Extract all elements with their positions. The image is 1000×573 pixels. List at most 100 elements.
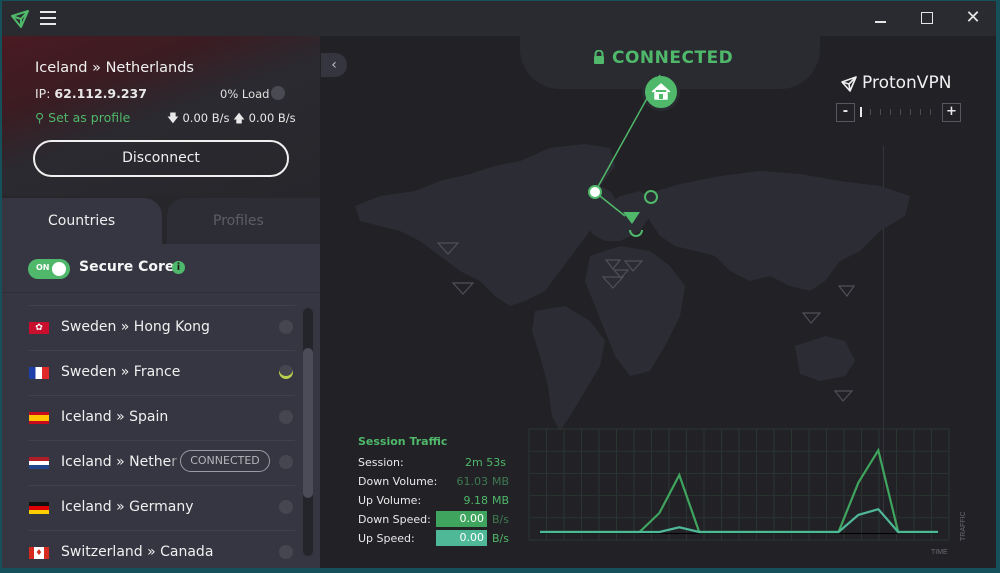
traffic-label: Up Volume: <box>358 494 422 507</box>
title-bar: ✕ <box>2 1 996 36</box>
secure-core-row: ON Secure Core i <box>2 244 320 292</box>
tab-profiles[interactable]: Profiles <box>167 198 320 244</box>
hamburger-menu-icon[interactable] <box>40 11 56 25</box>
minimize-button[interactable] <box>868 7 894 29</box>
traffic-row-session: Session: 2m 53s <box>358 454 528 472</box>
sidebar: Iceland » Netherlands IP: 62.112.9.237 0… <box>2 36 320 568</box>
set-profile-label: Set as profile <box>48 110 131 125</box>
traffic-row-down-volume: Down Volume: 61.03 MB <box>358 473 528 491</box>
server-label: Iceland » Nether <box>61 454 177 470</box>
server-label: Sweden » France <box>61 364 181 380</box>
flag-france-icon <box>29 367 49 379</box>
connected-route: Iceland » Netherlands <box>35 60 194 76</box>
server-row[interactable]: Iceland » Spain <box>29 395 295 441</box>
map-pin-icon: ⚲ <box>35 110 45 125</box>
asia <box>640 171 910 291</box>
server-row[interactable]: ✿ Sweden » Hong Kong <box>29 305 295 351</box>
server-row[interactable]: Sweden » Australia <box>29 293 295 306</box>
secure-core-toggle[interactable]: ON <box>28 259 70 279</box>
server-row[interactable]: Sweden » France <box>29 350 295 396</box>
protonvpn-logo-icon <box>11 10 29 28</box>
speed-readout: 🡇 0.00 B/s 🡅 0.00 B/s <box>167 111 296 130</box>
load-indicator-icon <box>279 365 293 379</box>
load-indicator-icon <box>279 320 293 334</box>
connection-panel: Iceland » Netherlands IP: 62.112.9.237 0… <box>2 36 320 196</box>
traffic-title: Session Traffic <box>358 435 448 448</box>
flag-netherlands-icon <box>29 457 49 469</box>
server-marker-icon <box>451 282 475 295</box>
traffic-row-up-speed: Up Speed: 0.00 B/s <box>358 530 528 548</box>
server-row[interactable]: Iceland » Germany <box>29 485 295 531</box>
sidebar-tabs: Countries Profiles <box>2 196 320 244</box>
disconnect-button[interactable]: Disconnect <box>33 140 289 177</box>
info-icon[interactable]: i <box>172 261 185 274</box>
traffic-label: Up Speed: <box>358 532 415 545</box>
app-window: ✕ Iceland » Netherlands IP: 62.112.9.237… <box>2 1 996 568</box>
server-marker-icon <box>833 390 854 402</box>
tab-profiles-label: Profiles <box>213 213 264 229</box>
server-marker-icon <box>837 285 856 298</box>
load-indicator-icon <box>279 500 293 514</box>
load-indicator-icon <box>279 455 293 469</box>
toggle-knob <box>52 262 66 276</box>
flag-canada-icon: ♦ <box>29 547 49 559</box>
traffic-unit: B/s <box>492 532 509 545</box>
server-marker-icon <box>801 312 822 324</box>
server-row[interactable]: ♦ Switzerland » Canada <box>29 530 295 568</box>
ip-address: IP: 62.112.9.237 <box>35 86 147 101</box>
continents <box>355 144 910 431</box>
traffic-unit: MB <box>492 475 510 488</box>
server-load: 0% Load <box>220 87 270 101</box>
close-button[interactable]: ✕ <box>960 7 986 29</box>
server-label: Sweden » Hong Kong <box>61 319 210 335</box>
secure-core-label: Secure Core <box>79 259 175 275</box>
toggle-state: ON <box>36 263 50 272</box>
down-speed-value: 0.00 <box>436 511 487 527</box>
south-america <box>532 306 605 431</box>
traffic-row-up-volume: Up Volume: 9.18 MB <box>358 492 528 510</box>
up-speed-value: 0.00 <box>436 530 487 546</box>
traffic-unit: B/s <box>492 513 509 526</box>
connection-path <box>594 74 661 193</box>
entry-server-node <box>588 185 602 199</box>
world-map[interactable] <box>320 36 996 456</box>
arrow-up-icon: 🡅 <box>233 111 245 125</box>
server-row[interactable]: Iceland » Nether CONNECTED <box>29 440 295 486</box>
flag-hong-kong-icon: ✿ <box>29 322 49 334</box>
scrollbar-thumb[interactable] <box>303 348 313 498</box>
server-list: Sweden » Australia ✿ Sweden » Hong Kong … <box>2 292 320 568</box>
load-indicator-icon <box>279 410 293 424</box>
load-indicator-icon <box>271 86 285 100</box>
traffic-chart: TIME TRAFFIC <box>528 428 967 556</box>
flag-spain-icon <box>29 412 49 424</box>
map-panel: CONNECTED ‹ ProtonVPN - + Session Traffi… <box>320 36 996 568</box>
ip-value: 62.112.9.237 <box>54 86 147 101</box>
traffic-value: 61.03 <box>456 475 489 488</box>
chart-xlabel: TIME <box>931 549 948 556</box>
traffic-label: Down Volume: <box>358 475 438 488</box>
traffic-label: Session: <box>358 456 404 469</box>
traffic-row-down-speed: Down Speed: 0.00 B/s <box>358 511 528 529</box>
traffic-unit: MB <box>492 494 510 507</box>
ip-label: IP: <box>35 86 51 101</box>
chart-ylabel: TRAFFIC <box>960 511 967 541</box>
flag-germany-icon <box>29 502 49 514</box>
australia <box>795 336 855 381</box>
download-speed: 0.00 B/s <box>182 111 230 125</box>
upload-speed: 0.00 B/s <box>248 111 296 125</box>
maximize-button[interactable] <box>914 7 940 29</box>
connected-badge: CONNECTED <box>180 450 270 472</box>
tab-countries[interactable]: Countries <box>2 198 162 244</box>
traffic-value: 9.18 <box>463 494 489 507</box>
tab-countries-label: Countries <box>48 213 116 229</box>
traffic-value: 2m 53s <box>465 456 506 469</box>
server-label: Iceland » Germany <box>61 499 194 515</box>
server-list-scrollbar[interactable] <box>303 308 313 556</box>
traffic-label: Down Speed: <box>358 513 431 526</box>
load-indicator-icon <box>279 545 293 559</box>
set-as-profile-link[interactable]: ⚲ Set as profile <box>35 110 130 125</box>
arrow-down-icon: 🡇 <box>167 111 179 125</box>
server-label: Iceland » Spain <box>61 409 169 425</box>
session-traffic: Session Traffic Session: 2m 53s Down Vol… <box>358 432 528 552</box>
server-label: Switzerland » Canada <box>61 544 214 560</box>
